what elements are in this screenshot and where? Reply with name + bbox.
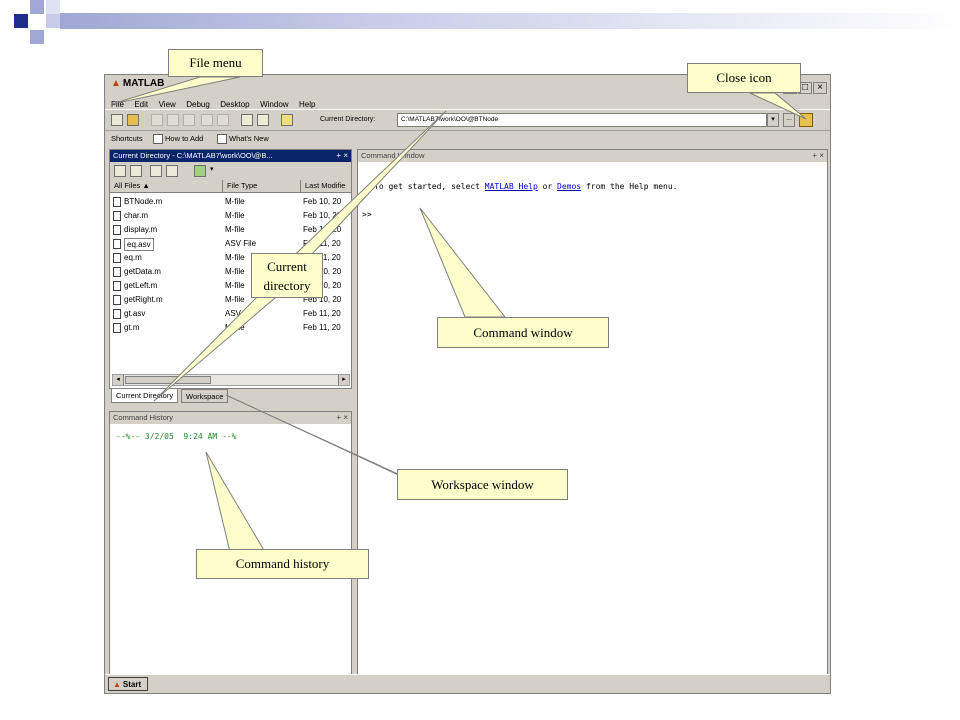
current-directory-pointer-2 bbox=[153, 291, 284, 402]
callout-current-directory-line2: directory bbox=[263, 278, 311, 293]
command-history-pointer bbox=[205, 451, 266, 553]
callout-current-directory: Current directory bbox=[251, 253, 323, 298]
callout-file-menu: File menu bbox=[168, 49, 263, 77]
file-menu-pointer bbox=[111, 76, 241, 105]
close-icon-pointer bbox=[749, 92, 807, 120]
callout-command-window: Command window bbox=[437, 317, 609, 348]
callout-current-directory-line1: Current bbox=[267, 259, 307, 274]
command-window-pointer bbox=[419, 207, 507, 318]
callout-close-icon: Close icon bbox=[687, 63, 801, 93]
callout-command-history: Command history bbox=[196, 549, 369, 579]
callout-pointers bbox=[111, 76, 807, 553]
callout-workspace-window: Workspace window bbox=[397, 469, 568, 500]
workspace-window-pointer bbox=[225, 394, 421, 486]
